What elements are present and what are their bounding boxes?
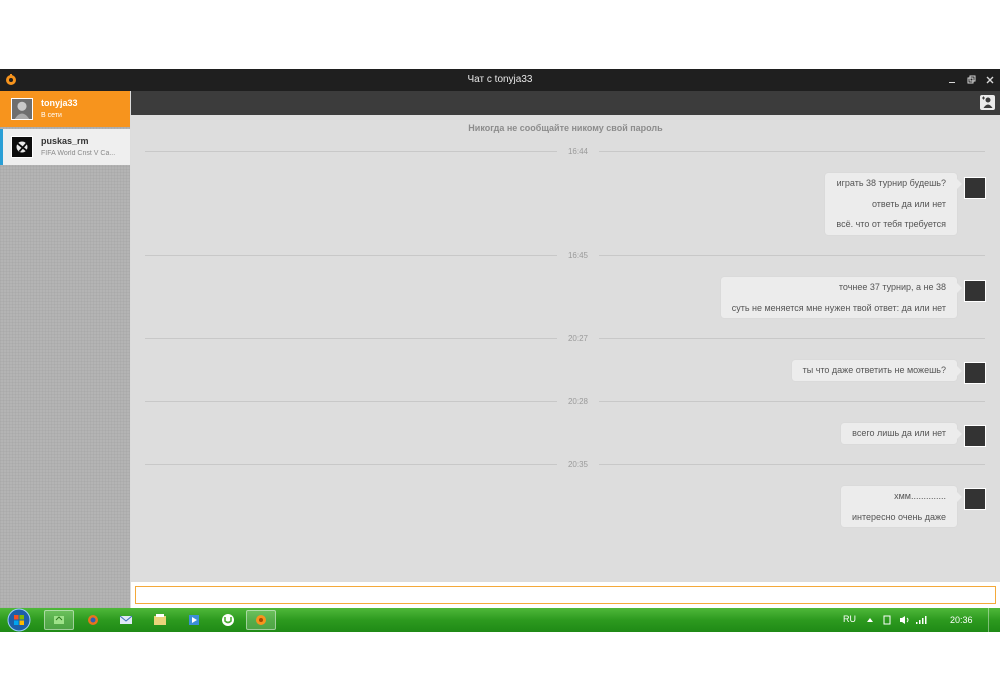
message-text: ответь да или нет [872,198,946,209]
title-bar[interactable]: Чат с tonyja33 [0,69,1000,91]
media-player-icon [189,615,199,625]
contacts-sidebar: tonyja33 В сети puskas_rm FIFA World Cns… [0,91,130,608]
message-history[interactable]: Никогда не сообщайте никому свой пароль … [131,115,1000,582]
message-bubble: всего лишь да или нет [841,423,962,444]
chat-toolbar [131,91,1000,115]
time-separator: 16:44 [145,146,985,157]
contact-name: tonyja33 [41,98,78,108]
sender-avatar [964,280,986,302]
message-bubble: ты что даже ответить не можешь? [791,360,963,381]
contact-name: puskas_rm [41,136,89,146]
speaker-icon [900,616,909,624]
person-icon [982,96,993,108]
close-icon [986,76,994,84]
restore-button[interactable] [963,72,979,88]
add-contact-button[interactable] [980,95,995,110]
message-bubble: играть 38 турнир будешь? ответь да или н… [825,173,962,235]
tray-device-icon[interactable] [882,615,892,625]
system-clock[interactable]: 20:36 [950,615,973,625]
time-separator: 20:35 [145,459,985,470]
taskbar-item-utorrent[interactable] [213,610,243,630]
avatar [11,136,33,158]
taskbar-item-chat-app[interactable] [246,610,276,630]
taskbar: RU 20:36 [0,608,1000,632]
usb-device-icon [883,615,891,625]
message-text: всего лишь да или нет [852,428,946,438]
taskbar-item-explorer[interactable] [44,610,74,630]
time-separator: 16:45 [145,250,985,261]
timestamp: 20:28 [557,396,599,407]
files-icon [154,614,166,625]
message-bubble: хмм.............. интересно очень даже [841,486,962,527]
message-text: играть 38 турнир будешь? [836,178,946,188]
contact-status: FIFA World Cnst V Ca... [41,150,116,157]
signal-bars-icon [916,616,927,624]
folder-icon [54,616,64,624]
minimize-icon [949,82,955,83]
message-text: точнее 37 турнир, а не 38 [838,282,946,292]
message-text: суть не меняется мне нужен твой ответ: д… [731,302,946,313]
message-text: хмм.............. [894,491,946,501]
show-hidden-icons-button[interactable] [865,615,875,625]
message-text: интересно очень даже [852,511,946,522]
contact-puskas-rm[interactable]: puskas_rm FIFA World Cnst V Ca... [0,129,130,165]
show-desktop-button[interactable] [988,608,1000,632]
contact-status: В сети [41,112,62,119]
time-separator: 20:28 [145,396,985,407]
taskbar-item-firefox[interactable] [78,610,108,630]
sender-avatar [964,425,986,447]
security-notice: Никогда не сообщайте никому свой пароль [468,123,663,133]
sender-avatar [964,488,986,510]
taskbar-item-media[interactable] [179,610,209,630]
volume-button[interactable] [899,615,909,625]
avatar [11,98,33,120]
utorrent-icon [222,614,234,626]
timestamp: 20:27 [557,333,599,344]
message-bubble: точнее 37 турнир, а не 38 суть не меняет… [720,277,963,318]
contact-tonyja33[interactable]: tonyja33 В сети [0,91,130,127]
chat-window: Чат с tonyja33 tonyja33 В сети puskas_rm… [0,69,1000,608]
sender-avatar [964,362,986,384]
language-indicator[interactable]: RU [843,614,856,624]
timestamp: 16:45 [557,250,599,261]
time-separator: 20:27 [145,333,985,344]
close-button[interactable] [982,72,998,88]
message-text: всё. что от тебя требуется [836,219,946,229]
mail-icon [119,615,133,624]
restore-icon [967,75,976,84]
sender-avatar [964,177,986,199]
minimize-button[interactable] [944,72,960,88]
app-logo-icon [256,615,266,625]
network-button[interactable] [915,615,927,625]
timestamp: 16:44 [557,146,599,157]
taskbar-item-mail[interactable] [111,610,141,630]
timestamp: 20:35 [557,459,599,470]
start-orb-icon[interactable] [6,608,32,632]
message-text: ты что даже ответить не можешь? [802,365,946,375]
compose-area [131,582,1000,608]
chevron-up-icon [867,618,873,622]
firefox-icon [88,615,98,625]
window-title: Чат с tonyja33 [467,74,533,85]
taskbar-item-files[interactable] [145,610,175,630]
message-input[interactable] [135,586,996,604]
